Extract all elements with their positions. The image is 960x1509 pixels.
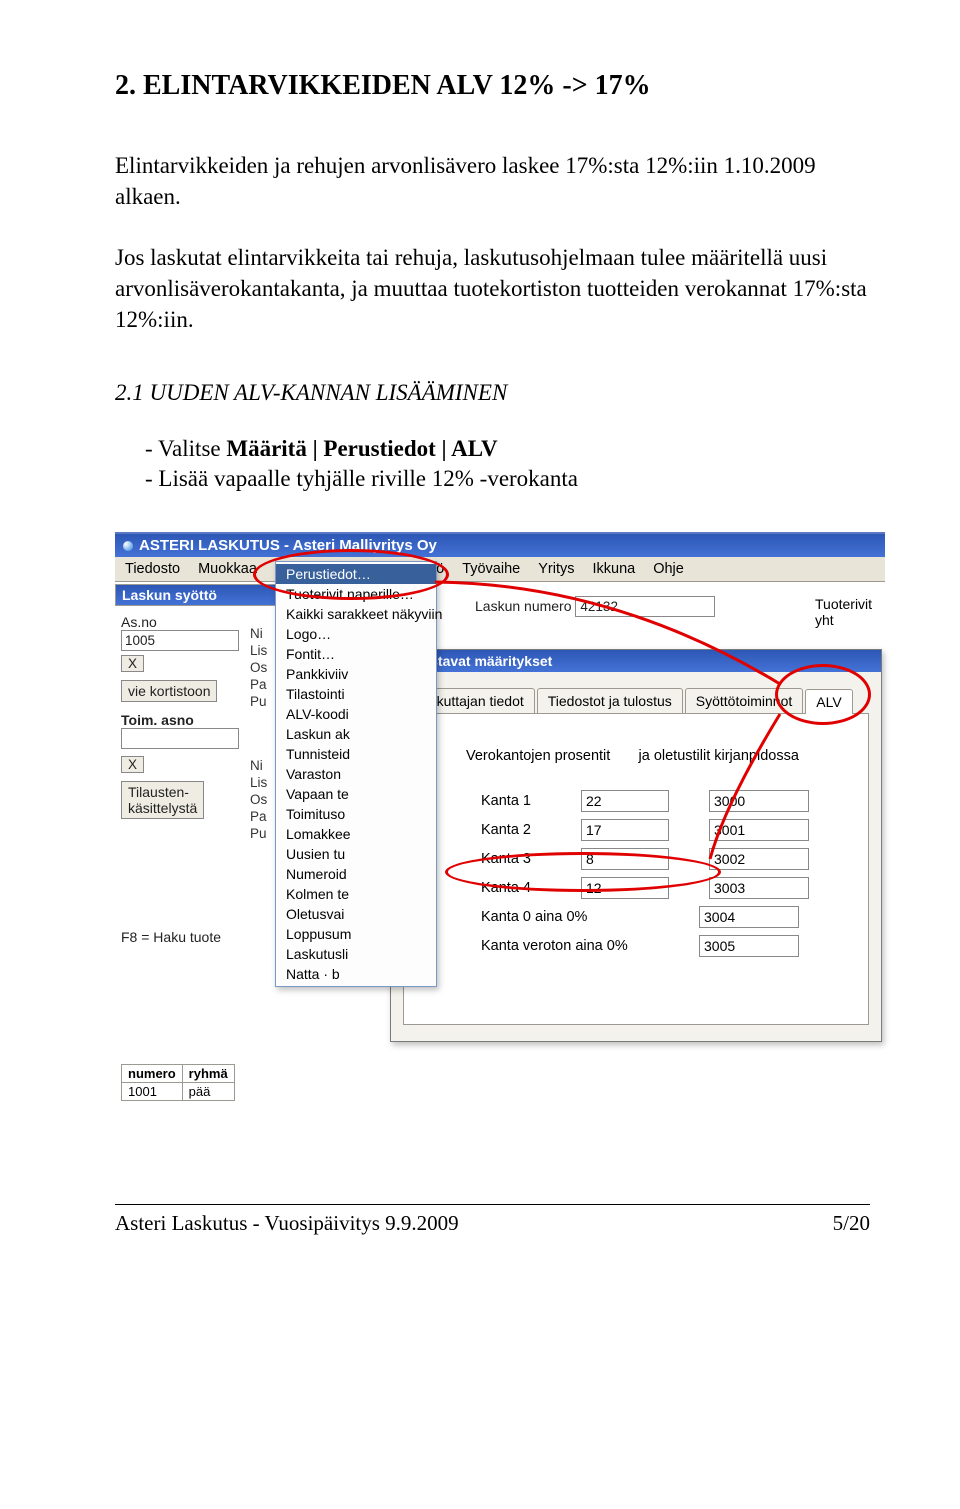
paragraph-2: Jos laskutat elintarvikkeita tai rehuja,… (115, 242, 870, 335)
instruction-item: Valitse Määritä | Perustiedot | ALV (145, 436, 870, 462)
annotation-ellipse-alv-tab (775, 664, 871, 725)
annotation-lines (115, 534, 885, 1154)
annotation-ellipse-menu (253, 549, 449, 600)
paragraph-1: Elintarvikkeiden ja rehujen arvonlisäver… (115, 150, 870, 212)
footer-left: Asteri Laskutus - Vuosipäivitys 9.9.2009 (115, 1211, 459, 1236)
instruction-list: Valitse Määritä | Perustiedot | ALV Lisä… (145, 436, 870, 492)
instruction-bold: Määritä | Perustiedot | ALV (226, 436, 497, 461)
subheading: 2.1 UUDEN ALV-KANNAN LISÄÄMINEN (115, 380, 870, 406)
app-screenshot: ASTERI LASKUTUS - Asteri Malliyritys Oy … (115, 532, 885, 1154)
page-footer: Asteri Laskutus - Vuosipäivitys 9.9.2009… (115, 1204, 870, 1236)
instruction-text: Valitse (158, 436, 226, 461)
annotation-ellipse-kanta4 (445, 852, 721, 892)
instruction-item: Lisää vapaalle tyhjälle riville 12% -ver… (145, 466, 870, 492)
footer-right: 5/20 (833, 1211, 870, 1236)
page-heading: 2. ELINTARVIKKEIDEN ALV 12% -> 17% (115, 70, 870, 102)
